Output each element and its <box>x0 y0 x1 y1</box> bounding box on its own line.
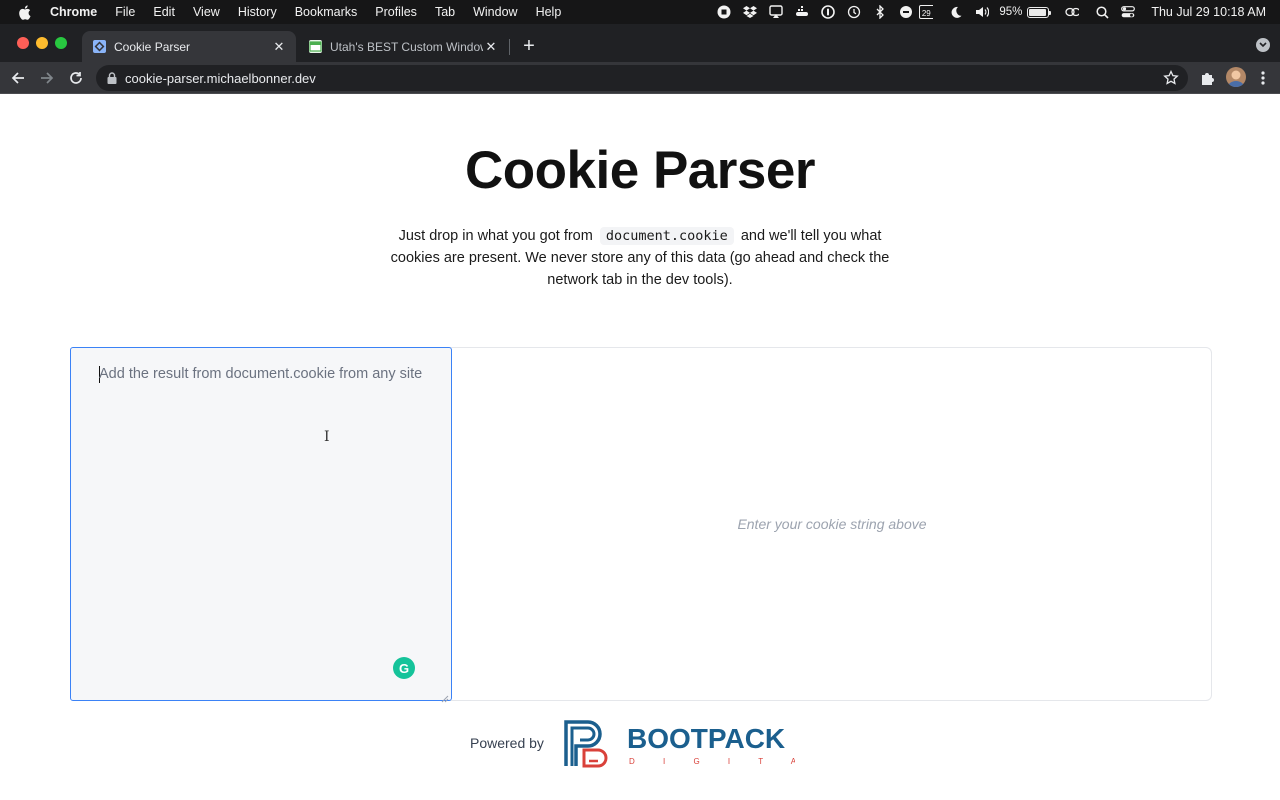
bluetooth-icon[interactable] <box>873 5 887 19</box>
menu-file[interactable]: File <box>115 5 135 19</box>
bookmark-star-icon[interactable] <box>1163 69 1179 86</box>
grammarly-icon[interactable]: G <box>393 657 415 679</box>
back-arrow-icon[interactable] <box>8 68 28 88</box>
window-controls <box>17 37 74 49</box>
tab-title: Cookie Parser <box>114 39 191 54</box>
menubar-clock[interactable]: Thu Jul 29 10:18 AM <box>1151 5 1266 19</box>
logo-subtext: D I G I T A L <box>629 757 795 766</box>
status-area: 29 95% Thu Jul 29 10:18 AM <box>705 0 1266 24</box>
new-tab-plus-icon[interactable]: + <box>519 35 539 57</box>
cookie-string-textarea[interactable]: Add the result from document.cookie from… <box>70 347 452 703</box>
menu-help[interactable]: Help <box>536 5 562 19</box>
macos-menu-bar: Chrome File Edit View History Bookmarks … <box>0 0 1280 24</box>
page-content: Cookie Parser Just drop in what you got … <box>0 94 1280 800</box>
tab-search-chevron-icon[interactable] <box>1256 38 1270 52</box>
intro-code: document.cookie <box>599 227 734 245</box>
menu-app-name[interactable]: Chrome <box>50 5 97 19</box>
textarea-placeholder: Add the result from document.cookie from… <box>99 366 423 382</box>
chrome-toolbar: cookie-parser.michaelbonner.dev <box>0 62 1280 94</box>
logo-wordmark: BOOTPACK <box>627 723 785 754</box>
menu-edit[interactable]: Edit <box>153 5 175 19</box>
cookie-parser-favicon-icon <box>93 40 106 53</box>
do-not-disturb-moon-icon[interactable] <box>949 5 963 19</box>
utah-windows-favicon-icon <box>309 40 322 53</box>
screen-record-icon[interactable] <box>717 5 731 19</box>
forward-arrow-icon[interactable] <box>37 68 57 88</box>
tab-cookie-parser[interactable]: Cookie Parser ✕ <box>82 31 296 62</box>
address-bar[interactable]: cookie-parser.michaelbonner.dev <box>96 65 1188 91</box>
menu-tab[interactable]: Tab <box>435 5 455 19</box>
volume-icon[interactable] <box>975 5 990 19</box>
profile-avatar[interactable] <box>1226 67 1246 87</box>
battery-level-fill <box>1029 8 1047 16</box>
tab-title: Utah's BEST Custom Window T <box>330 39 483 54</box>
tab-separator <box>509 39 510 55</box>
reload-icon[interactable] <box>66 68 86 88</box>
lock-icon[interactable] <box>107 72 117 84</box>
menu-history[interactable]: History <box>238 5 277 19</box>
battery-percent: 95% <box>999 6 1023 18</box>
chrome-menu-kebab-icon[interactable] <box>1253 68 1273 88</box>
resize-grip-icon[interactable] <box>441 690 449 703</box>
messages-icon[interactable] <box>899 5 913 19</box>
results-empty-state: Enter your cookie string above <box>737 516 927 532</box>
tab-close-icon[interactable]: ✕ <box>483 39 499 55</box>
menu-profiles[interactable]: Profiles <box>375 5 417 19</box>
onepassword-icon[interactable] <box>821 5 836 19</box>
intro-text: Just drop in what you got from document.… <box>380 225 900 291</box>
control-center-icon[interactable] <box>1121 5 1136 19</box>
bootpack-logo-mark-icon: BOOTPACK D I G I T A L <box>564 720 828 768</box>
mouse-ibeam-cursor-icon: I <box>324 429 330 445</box>
wifi-link-icon[interactable] <box>1065 5 1080 19</box>
menu-view[interactable]: View <box>193 5 220 19</box>
menu-bookmarks[interactable]: Bookmarks <box>295 5 358 19</box>
spotlight-search-icon[interactable] <box>1095 5 1109 19</box>
powered-by-label: Powered by <box>470 735 544 751</box>
zoom-window-icon[interactable] <box>55 37 67 49</box>
airplay-icon[interactable] <box>769 5 784 19</box>
url-text[interactable]: cookie-parser.michaelbonner.dev <box>125 71 316 86</box>
tab-utah-windows[interactable]: Utah's BEST Custom Window T ✕ <box>298 31 508 62</box>
bootpack-digital-logo[interactable]: BOOTPACK D I G I T A L <box>563 720 828 768</box>
tab-close-icon[interactable]: ✕ <box>271 39 287 55</box>
close-window-icon[interactable] <box>17 37 29 49</box>
footer: Powered by BOOTPACK D I G I T A L <box>0 718 1280 768</box>
battery-icon[interactable] <box>1027 6 1052 18</box>
intro-text-before: Just drop in what you got from <box>398 228 593 244</box>
apple-menu-icon[interactable] <box>18 4 34 20</box>
minimize-window-icon[interactable] <box>36 37 48 49</box>
menu-window[interactable]: Window <box>473 5 517 19</box>
chrome-tab-strip: Cookie Parser ✕ Utah's BEST Custom Windo… <box>0 24 1280 62</box>
calendar-icon[interactable]: 29 <box>919 5 934 19</box>
extensions-puzzle-icon[interactable] <box>1197 68 1217 88</box>
calendar-day: 29 <box>921 8 931 18</box>
dropbox-icon[interactable] <box>743 5 758 19</box>
page-title: Cookie Parser <box>465 141 815 200</box>
time-machine-icon[interactable] <box>847 5 861 19</box>
docker-icon[interactable] <box>795 5 809 19</box>
